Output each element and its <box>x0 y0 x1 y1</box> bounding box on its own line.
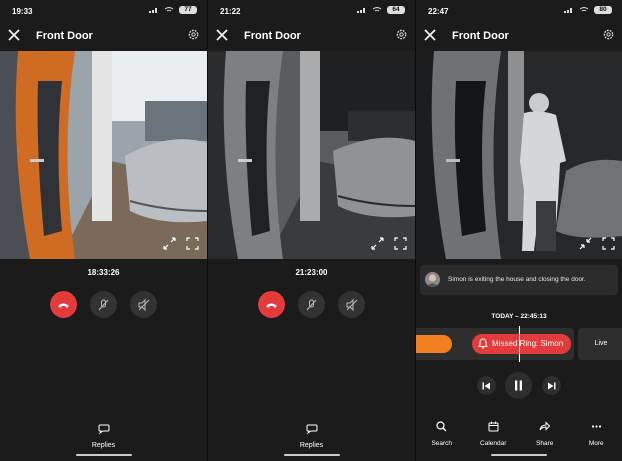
mic-muted-icon <box>306 299 317 310</box>
speaker-muted-icon <box>138 298 149 311</box>
call-controls <box>208 291 415 319</box>
replies-button[interactable]: Replies <box>0 421 207 449</box>
end-call-icon <box>58 303 69 308</box>
home-indicator <box>283 454 340 456</box>
video-feed[interactable] <box>416 51 622 259</box>
status-bar: 19:33 77 <box>0 0 207 22</box>
missed-ring-label: Missed Ring: Simon <box>492 339 564 348</box>
status-time: 21:22 <box>220 7 241 16</box>
signal-icon <box>149 8 157 13</box>
home-indicator <box>491 454 547 456</box>
call-controls <box>0 291 207 319</box>
mute-mic-button[interactable] <box>298 291 325 318</box>
tab-label: Share <box>536 440 554 447</box>
fullscreen-icon[interactable] <box>602 237 615 250</box>
tab-more[interactable]: More <box>571 419 622 447</box>
close-icon[interactable] <box>215 28 229 42</box>
mute-speaker-button[interactable] <box>130 291 157 318</box>
tab-label: More <box>588 440 604 447</box>
event-timeline[interactable]: Missed Ring: Simon <box>416 328 574 360</box>
expand-icon[interactable] <box>371 237 384 250</box>
replies-label: Replies <box>299 442 324 449</box>
gear-icon[interactable] <box>395 28 408 41</box>
video-feed[interactable] <box>208 51 415 259</box>
gear-icon[interactable] <box>602 28 615 41</box>
live-button[interactable]: Live <box>578 328 622 360</box>
header: Front Door <box>208 25 415 49</box>
skip-forward-button[interactable] <box>542 376 561 395</box>
status-time: 22:47 <box>428 7 449 16</box>
battery-indicator: 80 <box>594 6 612 14</box>
timeline-date-label: TODAY – 22:45:13 <box>491 313 547 320</box>
page-title: Front Door <box>244 30 301 42</box>
close-icon[interactable] <box>7 28 21 42</box>
video-timestamp: 18:33:26 <box>87 268 120 277</box>
end-call-button[interactable] <box>50 291 77 318</box>
bell-icon <box>478 338 488 349</box>
skip-back-icon <box>482 382 490 389</box>
status-bar: 21:22 64 <box>208 0 415 22</box>
fullscreen-icon[interactable] <box>186 237 199 250</box>
collapse-icon[interactable] <box>579 237 592 250</box>
status-bar: 22:47 80 <box>416 0 622 22</box>
home-indicator <box>75 454 132 456</box>
tab-label: Search <box>431 440 453 447</box>
share-icon <box>539 421 551 431</box>
video-timestamp: 21:23:00 <box>295 268 328 277</box>
signal-icon <box>564 8 572 13</box>
header: Front Door <box>416 25 622 49</box>
header: Front Door <box>0 25 207 49</box>
more-icon <box>591 425 601 428</box>
wifi-icon <box>579 7 589 12</box>
screen-live-call-2: 21:22 64 Front Door 21:23:00 Replies <box>207 0 415 461</box>
bottom-tab-bar: Search Calendar Share More <box>416 419 622 447</box>
missed-ring-event[interactable]: Missed Ring: Simon <box>472 334 572 354</box>
page-title: Front Door <box>36 30 93 42</box>
speaker-muted-icon <box>346 298 357 311</box>
status-time: 19:33 <box>12 7 33 16</box>
tab-search[interactable]: Search <box>416 419 468 447</box>
tab-share[interactable]: Share <box>519 419 571 447</box>
mic-muted-icon <box>98 299 109 310</box>
end-call-icon <box>266 303 277 308</box>
tab-label: Calendar <box>480 440 507 447</box>
battery-indicator: 64 <box>387 6 405 14</box>
search-icon <box>436 421 447 432</box>
end-call-button[interactable] <box>258 291 285 318</box>
pause-button[interactable] <box>505 372 532 399</box>
calendar-icon <box>488 421 499 432</box>
activity-summary: Simon is exiting the house and closing t… <box>420 265 618 295</box>
timeline-playhead[interactable] <box>519 326 520 362</box>
avatar <box>425 272 440 287</box>
fullscreen-icon[interactable] <box>394 237 407 250</box>
mute-mic-button[interactable] <box>90 291 117 318</box>
mute-speaker-button[interactable] <box>338 291 365 318</box>
replies-label: Replies <box>91 442 116 449</box>
gear-icon[interactable] <box>187 28 200 41</box>
page-title: Front Door <box>452 30 509 42</box>
screen-event-history: 22:47 80 Front Door Simon is exiting the… <box>415 0 622 461</box>
skip-forward-icon <box>548 382 556 389</box>
replies-button[interactable]: Replies <box>208 421 415 449</box>
screen-live-call-1: 19:33 77 Front Door 18:33:26 Replies <box>0 0 207 461</box>
battery-indicator: 77 <box>179 6 197 14</box>
skip-back-button[interactable] <box>477 376 496 395</box>
timeline-event-marker[interactable] <box>416 335 452 353</box>
close-icon[interactable] <box>423 28 437 42</box>
wifi-icon <box>164 7 174 12</box>
video-feed[interactable] <box>0 51 207 259</box>
signal-icon <box>357 8 365 13</box>
expand-icon[interactable] <box>163 237 176 250</box>
activity-text: Simon is exiting the house and closing t… <box>448 276 586 283</box>
chat-bubble-icon <box>98 424 109 435</box>
tab-calendar[interactable]: Calendar <box>468 419 520 447</box>
pause-icon <box>515 380 522 391</box>
wifi-icon <box>372 7 382 12</box>
chat-bubble-icon <box>306 424 317 435</box>
